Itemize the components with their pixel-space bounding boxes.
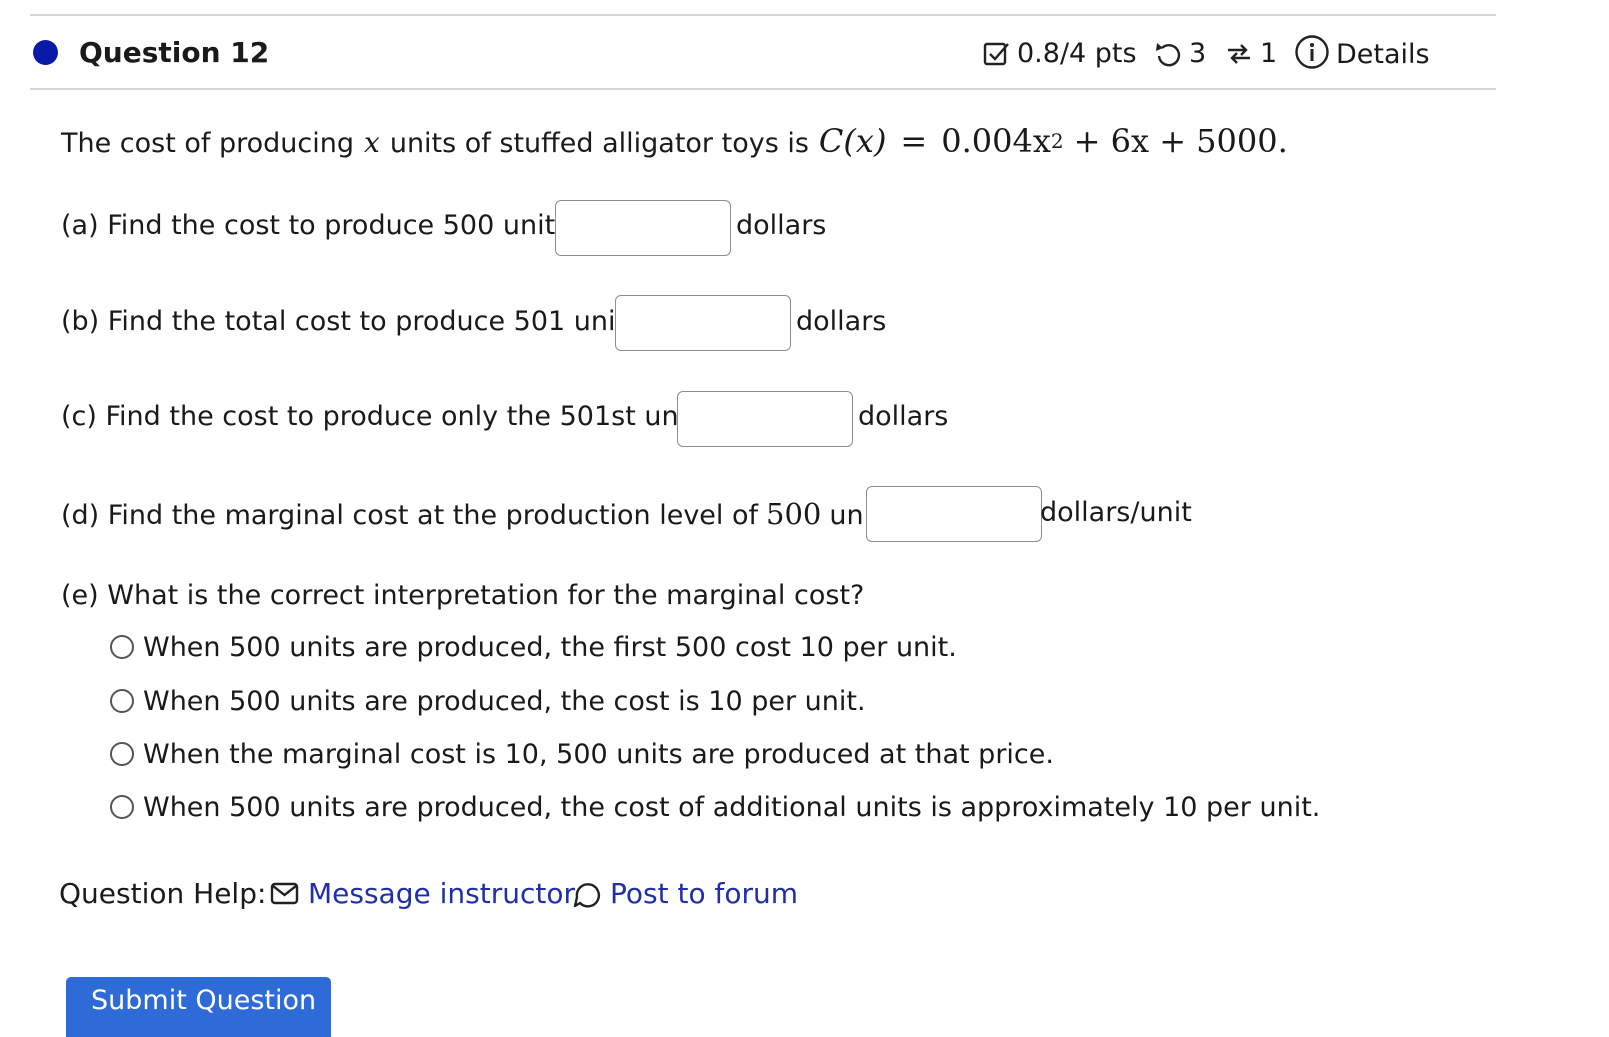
formula-exponent: 2 (1050, 129, 1064, 153)
part-b-label: (b) Find the total cost to produce 501 u… (61, 306, 641, 337)
repeat-icon (1224, 39, 1254, 69)
attempts-count: 1 (1260, 38, 1278, 69)
part-b-input[interactable] (615, 295, 791, 351)
submit-question-button[interactable]: Submit Question (66, 977, 331, 1037)
part-c-unit: dollars (858, 401, 949, 432)
question-title: Question 12 (79, 36, 270, 69)
part-a-input[interactable] (555, 200, 731, 256)
message-instructor-text: Message instructor (308, 877, 575, 910)
part-e-question: (e) What is the correct interpretation f… (61, 580, 865, 611)
question-help-label: Question Help: (59, 877, 267, 910)
header-divider (30, 88, 1496, 90)
speech-bubble-icon (572, 879, 602, 909)
part-b-unit: dollars (796, 306, 887, 337)
option-4-label[interactable]: When 500 units are produced, the cost of… (143, 792, 1320, 823)
option-2-label[interactable]: When 500 units are produced, the cost is… (143, 686, 866, 717)
intro-prefix: The cost of producing (61, 128, 355, 159)
retries-indicator: 3 (1153, 38, 1206, 69)
details-button[interactable]: Details (1294, 34, 1430, 70)
part-d-label: (d) Find the marginal cost at the produc… (61, 497, 904, 531)
option-2-radio[interactable] (110, 689, 134, 713)
details-label: Details (1336, 38, 1430, 70)
option-3-radio[interactable] (110, 742, 134, 766)
score-text: 0.8/4 pts (1017, 38, 1137, 69)
part-a-label: (a) Find the cost to produce 500 units. (61, 210, 578, 241)
part-d-prefix: (d) Find the marginal cost at the produc… (61, 500, 759, 531)
part-d-number: 500 (766, 497, 822, 531)
undo-icon (1153, 39, 1183, 69)
formula-lhs: C(x) (818, 122, 887, 160)
checkbox-icon (983, 40, 1011, 68)
part-c-input[interactable] (677, 391, 853, 447)
formula-equals: = (900, 122, 928, 160)
problem-statement: The cost of producing x units of stuffed… (61, 122, 1288, 160)
part-d-unit: dollars/unit (1040, 497, 1192, 528)
info-icon (1294, 34, 1330, 70)
post-to-forum-text: Post to forum (610, 877, 799, 910)
intro-suffix: units of stuffed alligator toys is (389, 128, 809, 159)
part-d-input[interactable] (866, 486, 1042, 542)
question-status-dot (33, 40, 58, 65)
option-1-label[interactable]: When 500 units are produced, the first 5… (143, 632, 957, 663)
message-instructor-link[interactable]: Message instructor (270, 877, 575, 910)
retries-count: 3 (1189, 38, 1207, 69)
part-c-label: (c) Find the cost to produce only the 50… (61, 401, 706, 432)
intro-variable: x (364, 126, 380, 159)
formula-term-b: + 6x + 5000. (1073, 122, 1288, 160)
post-to-forum-link[interactable]: Post to forum (572, 877, 798, 910)
attempts-indicator: 1 (1224, 38, 1277, 69)
formula-term-a: 0.004x (941, 122, 1051, 160)
mail-icon (270, 881, 300, 907)
option-1-radio[interactable] (110, 635, 134, 659)
top-divider (30, 14, 1496, 16)
score-indicator: 0.8/4 pts (983, 38, 1137, 69)
option-3-label[interactable]: When the marginal cost is 10, 500 units … (143, 739, 1054, 770)
part-a-unit: dollars (736, 210, 827, 241)
option-4-radio[interactable] (110, 795, 134, 819)
